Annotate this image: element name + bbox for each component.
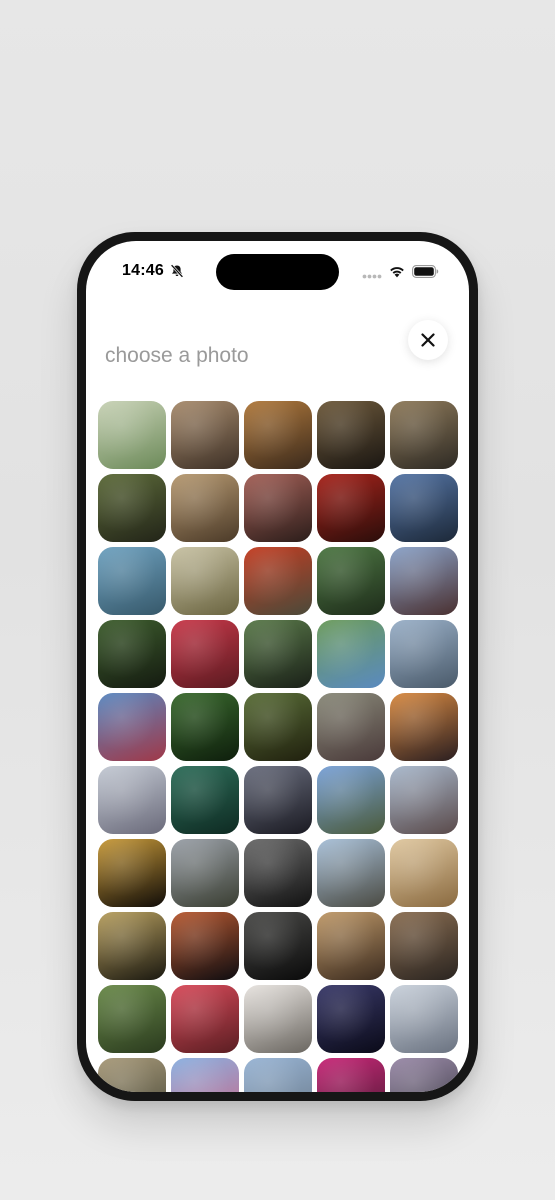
photo-tile-autumn-tree[interactable] (244, 547, 312, 615)
phone-frame: 14:46 choose a photo (77, 232, 478, 1101)
photo-tile-drum-gate[interactable] (171, 912, 239, 980)
status-bar: 14:46 (86, 241, 469, 301)
close-button[interactable] (408, 320, 448, 360)
photo-tile-red-maple[interactable] (317, 474, 385, 542)
battery-icon (412, 265, 439, 278)
photo-tile-ramen-chopsticks[interactable] (171, 474, 239, 542)
close-icon (421, 333, 435, 347)
photo-tile-sky-tower[interactable] (171, 1058, 239, 1092)
photo-tile-wagyu-slice[interactable] (244, 474, 312, 542)
photo-tile-night-ryokan[interactable] (98, 839, 166, 907)
photo-grid (98, 401, 463, 1092)
photo-tile-cherry-branches[interactable] (98, 766, 166, 834)
photo-tile-white-cat[interactable] (244, 985, 312, 1053)
photo-tile-snow-monkey[interactable] (317, 912, 385, 980)
photo-tile-volcano-town[interactable] (390, 766, 458, 834)
photo-tile-dome-interior[interactable] (244, 839, 312, 907)
photo-tile-sunset-fuji[interactable] (390, 693, 458, 761)
photo-tile-onsen-night[interactable] (98, 912, 166, 980)
photo-tile-tempura-set[interactable] (244, 401, 312, 469)
photo-tile-misty-cliff[interactable] (390, 1058, 458, 1092)
photo-tile-snowy-lantern[interactable] (317, 839, 385, 907)
photo-tile-ramen-overhead[interactable] (317, 401, 385, 469)
photo-tile-pagoda-blossom[interactable] (98, 693, 166, 761)
photo-tile-pagoda-fuji[interactable] (390, 547, 458, 615)
photo-tile-bamboo-grove[interactable] (171, 693, 239, 761)
phone-screen: 14:46 choose a photo (86, 241, 469, 1092)
photo-tile-garden-view[interactable] (244, 620, 312, 688)
bell-slash-icon (170, 264, 184, 278)
photo-tile-tea-set[interactable] (390, 401, 458, 469)
photo-tile-lantern-night[interactable] (317, 985, 385, 1053)
photo-tile-koi-pond[interactable] (171, 766, 239, 834)
photo-tile-udon-bowl[interactable] (171, 401, 239, 469)
signal-icon (362, 274, 382, 279)
photo-tile-mossy-tree[interactable] (98, 985, 166, 1053)
photo-tile-sando-plate[interactable] (390, 839, 458, 907)
photo-tile-pink-azalea[interactable] (171, 985, 239, 1053)
photo-tile-fuji-umbrella[interactable] (390, 620, 458, 688)
photo-tile-city-aerial[interactable] (244, 766, 312, 834)
photo-tile-village-trees[interactable] (98, 1058, 166, 1092)
photo-tile-castle-dusk[interactable] (390, 474, 458, 542)
photo-tile-forest-temple[interactable] (317, 547, 385, 615)
photo-tile-koi-single[interactable] (244, 912, 312, 980)
photo-tile-fuji-lake[interactable] (317, 766, 385, 834)
photo-tile-soba-noodles[interactable] (98, 474, 166, 542)
status-time: 14:46 (122, 262, 164, 279)
photo-tile-white-castle[interactable] (390, 985, 458, 1053)
photo-tile-shrine-lanterns[interactable] (171, 547, 239, 615)
photo-tile-waterfront-city[interactable] (98, 547, 166, 615)
photo-tile-bamboo-path[interactable] (244, 693, 312, 761)
photo-tile-deer-park[interactable] (98, 620, 166, 688)
wifi-icon (390, 267, 404, 278)
photo-tile-waterfall-bridge[interactable] (317, 693, 385, 761)
photo-tile-tea-fields[interactable] (317, 620, 385, 688)
photo-tile-azalea-hill[interactable] (317, 1058, 385, 1092)
photo-tile-gorge-falls[interactable] (171, 839, 239, 907)
sheet-title: choose a photo (105, 344, 249, 367)
photo-tile-maple-temple[interactable] (171, 620, 239, 688)
photo-tile-latte-art[interactable] (98, 401, 166, 469)
photo-tile-fuji-wires[interactable] (244, 1058, 312, 1092)
dynamic-island (216, 254, 339, 290)
photo-tile-old-street[interactable] (390, 912, 458, 980)
